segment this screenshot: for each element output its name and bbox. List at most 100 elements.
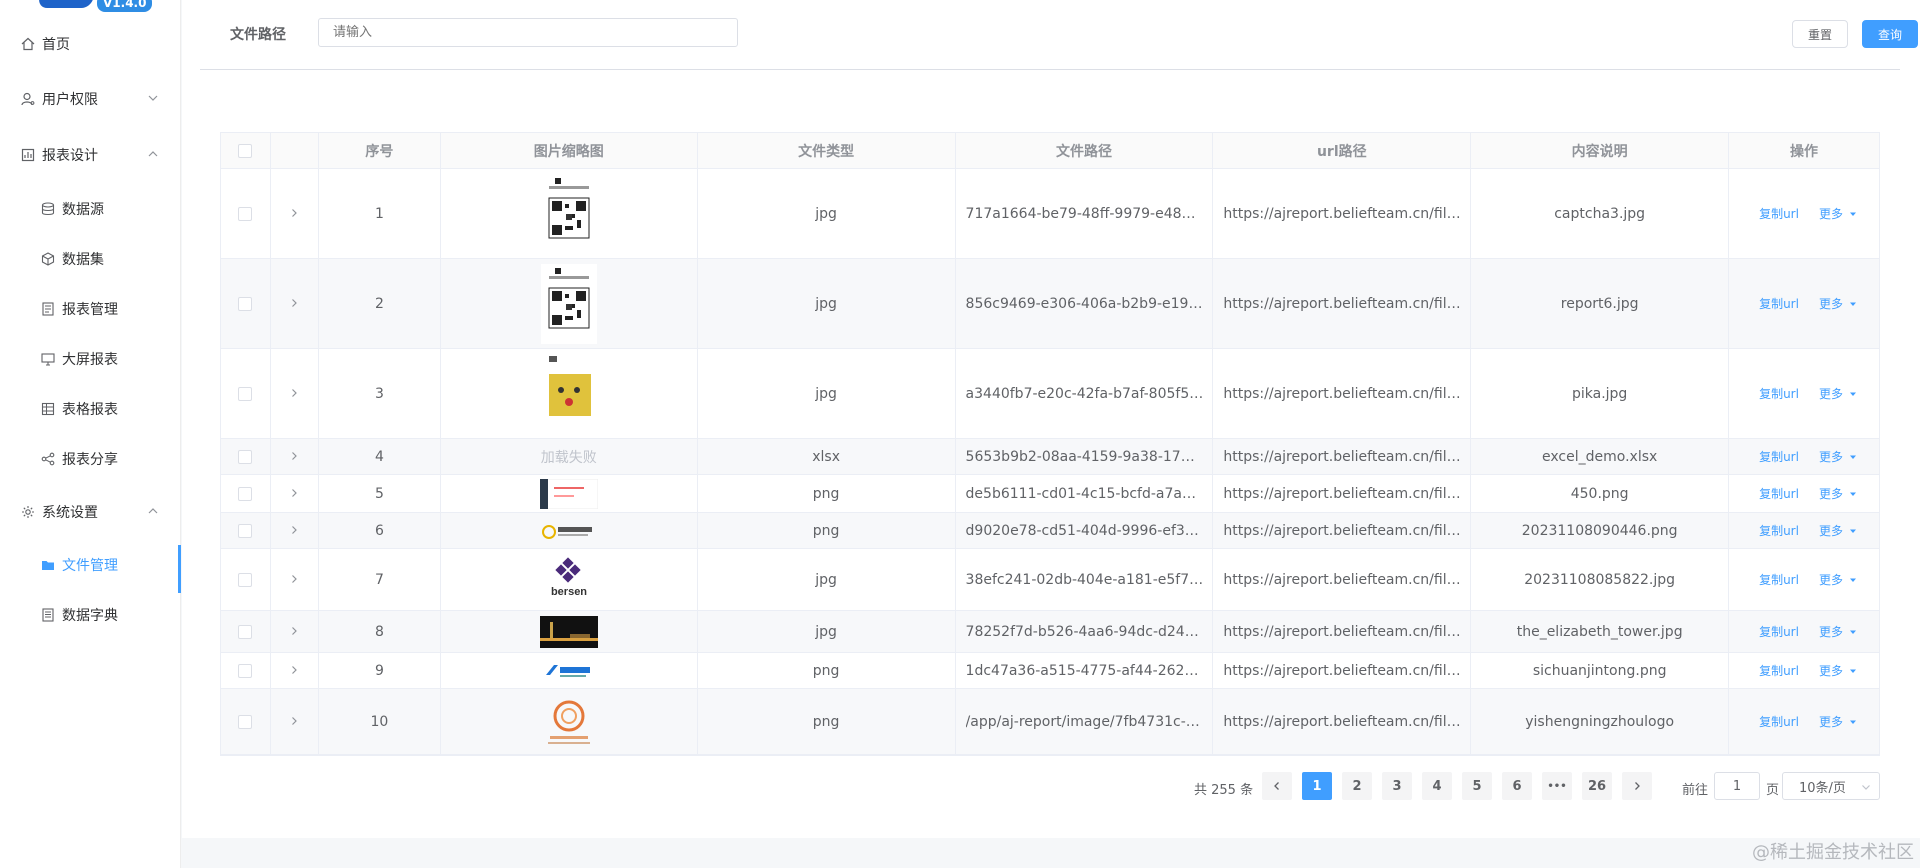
- sidebar-item-system-settings[interactable]: 系统设置: [0, 492, 181, 532]
- logo-shape: [37, 0, 97, 8]
- sidebar-item-big-screen[interactable]: 大屏报表: [0, 339, 181, 379]
- expand-row-icon[interactable]: [289, 714, 299, 730]
- more-dropdown[interactable]: 更多: [1819, 448, 1857, 465]
- load-failed-text: 加载失败: [540, 449, 597, 466]
- copy-url-link[interactable]: 复制url: [1759, 571, 1799, 588]
- expand-row-icon[interactable]: [289, 449, 299, 465]
- reset-button[interactable]: 重置: [1792, 20, 1848, 48]
- select-all-checkbox[interactable]: [238, 143, 253, 158]
- row-checkbox[interactable]: [238, 449, 253, 464]
- table-icon: [40, 401, 56, 417]
- header-thumbnail: 图片缩略图: [441, 133, 698, 168]
- copy-url-link[interactable]: 复制url: [1759, 385, 1799, 402]
- row-checkbox[interactable]: [238, 523, 253, 538]
- row-url-path: https://ajreport.beliefteam.cn/file/down…: [1223, 205, 1461, 222]
- more-dropdown[interactable]: 更多: [1819, 295, 1857, 312]
- page-size-select[interactable]: 10条/页: [1782, 772, 1880, 800]
- page-button-5[interactable]: 5: [1462, 772, 1492, 800]
- row-thumbnail[interactable]: bersen: [441, 549, 698, 610]
- more-dropdown[interactable]: 更多: [1819, 571, 1857, 588]
- sidebar-item-report-design[interactable]: 报表设计: [0, 135, 181, 175]
- expand-row-icon[interactable]: [289, 386, 299, 402]
- expand-row-icon[interactable]: [289, 624, 299, 640]
- more-label: 更多: [1818, 487, 1843, 501]
- row-checkbox[interactable]: [238, 486, 253, 501]
- row-thumbnail[interactable]: [441, 259, 698, 348]
- expand-row-icon[interactable]: [289, 572, 299, 588]
- row-thumbnail[interactable]: [441, 349, 698, 438]
- next-page-button[interactable]: [1622, 772, 1652, 800]
- row-index: 3: [319, 349, 441, 438]
- row-checkbox[interactable]: [238, 206, 253, 221]
- file-path-input[interactable]: [318, 18, 738, 47]
- database-icon: [40, 201, 56, 217]
- sidebar-item-report-manage[interactable]: 报表管理: [0, 289, 181, 329]
- more-dropdown[interactable]: 更多: [1819, 662, 1857, 679]
- prev-page-button[interactable]: [1262, 772, 1292, 800]
- row-file-path: 856c9469-e306-406a-b2b9-e19605aa1234.jpg: [965, 295, 1204, 312]
- copy-url-link[interactable]: 复制url: [1759, 662, 1799, 679]
- sidebar-item-label: 数据集: [62, 252, 104, 268]
- page-button-last[interactable]: 26: [1582, 772, 1612, 800]
- more-dropdown[interactable]: 更多: [1819, 485, 1857, 502]
- row-description: captcha3.jpg: [1471, 169, 1730, 258]
- row-thumbnail[interactable]: 加载失败: [441, 439, 698, 474]
- sidebar-item-data-dictionary[interactable]: 数据字典: [0, 595, 181, 635]
- sidebar-item-dataset[interactable]: 数据集: [0, 239, 181, 279]
- row-file-type: jpg: [698, 169, 956, 258]
- sidebar-item-user-permissions[interactable]: 用户权限: [0, 79, 181, 119]
- copy-url-link[interactable]: 复制url: [1759, 485, 1799, 502]
- row-index: 9: [319, 653, 441, 688]
- copy-url-link[interactable]: 复制url: [1759, 205, 1799, 222]
- gear-icon: [20, 504, 36, 520]
- more-dropdown[interactable]: 更多: [1819, 205, 1857, 222]
- table-row: 6 png d9020e78-cd51-404d-9996-ef32a3b4c5…: [221, 513, 1879, 549]
- bersen-logo-thumbnail: bersen: [551, 556, 587, 598]
- sidebar-item-home[interactable]: 首页: [0, 24, 181, 64]
- query-button[interactable]: 查询: [1862, 20, 1918, 48]
- row-checkbox[interactable]: [238, 572, 253, 587]
- page-button-3[interactable]: 3: [1382, 772, 1412, 800]
- copy-url-link[interactable]: 复制url: [1759, 713, 1799, 730]
- row-checkbox[interactable]: [238, 386, 253, 401]
- sidebar-item-datasource[interactable]: 数据源: [0, 189, 181, 229]
- sidebar-item-report-share[interactable]: 报表分享: [0, 439, 181, 479]
- more-dropdown[interactable]: 更多: [1819, 623, 1857, 640]
- row-thumbnail[interactable]: [441, 475, 698, 512]
- row-url-path: https://ajreport.beliefteam.cn/file/down…: [1223, 623, 1461, 640]
- sidebar-item-file-manage[interactable]: 文件管理: [0, 545, 181, 593]
- table-body: 1 jpg 717a1664-be79-48ff-9979-e48d8ca4ee…: [221, 169, 1879, 755]
- more-dropdown[interactable]: 更多: [1819, 522, 1857, 539]
- more-dropdown[interactable]: 更多: [1819, 713, 1857, 730]
- sidebar-item-label: 数据源: [62, 202, 104, 218]
- expand-row-icon[interactable]: [289, 486, 299, 502]
- expand-row-icon[interactable]: [289, 523, 299, 539]
- row-checkbox[interactable]: [238, 624, 253, 639]
- copy-url-link[interactable]: 复制url: [1759, 448, 1799, 465]
- page-button-4[interactable]: 4: [1422, 772, 1452, 800]
- row-thumbnail[interactable]: [441, 611, 698, 652]
- row-checkbox[interactable]: [238, 714, 253, 729]
- page-button-2[interactable]: 2: [1342, 772, 1372, 800]
- row-thumbnail[interactable]: [441, 689, 698, 754]
- pagination-total: 共 255 条: [1194, 783, 1254, 798]
- expand-row-icon[interactable]: [289, 663, 299, 679]
- caret-down-icon: [1849, 669, 1856, 673]
- copy-url-link[interactable]: 复制url: [1759, 295, 1799, 312]
- row-thumbnail[interactable]: [441, 169, 698, 258]
- row-checkbox[interactable]: [238, 296, 253, 311]
- row-thumbnail[interactable]: [441, 653, 698, 688]
- more-dropdown[interactable]: 更多: [1819, 385, 1857, 402]
- goto-page-input[interactable]: [1714, 772, 1760, 800]
- expand-row-icon[interactable]: [289, 296, 299, 312]
- copy-url-link[interactable]: 复制url: [1759, 623, 1799, 640]
- expand-row-icon[interactable]: [289, 206, 299, 222]
- header-url-path: url路径: [1213, 133, 1472, 168]
- page-button-6[interactable]: 6: [1502, 772, 1532, 800]
- page-button-1[interactable]: 1: [1302, 772, 1332, 800]
- sidebar-item-table-report[interactable]: 表格报表: [0, 389, 181, 429]
- row-thumbnail[interactable]: [441, 513, 698, 548]
- page-ellipsis-button[interactable]: •••: [1542, 772, 1572, 800]
- copy-url-link[interactable]: 复制url: [1759, 522, 1799, 539]
- row-checkbox[interactable]: [238, 663, 253, 678]
